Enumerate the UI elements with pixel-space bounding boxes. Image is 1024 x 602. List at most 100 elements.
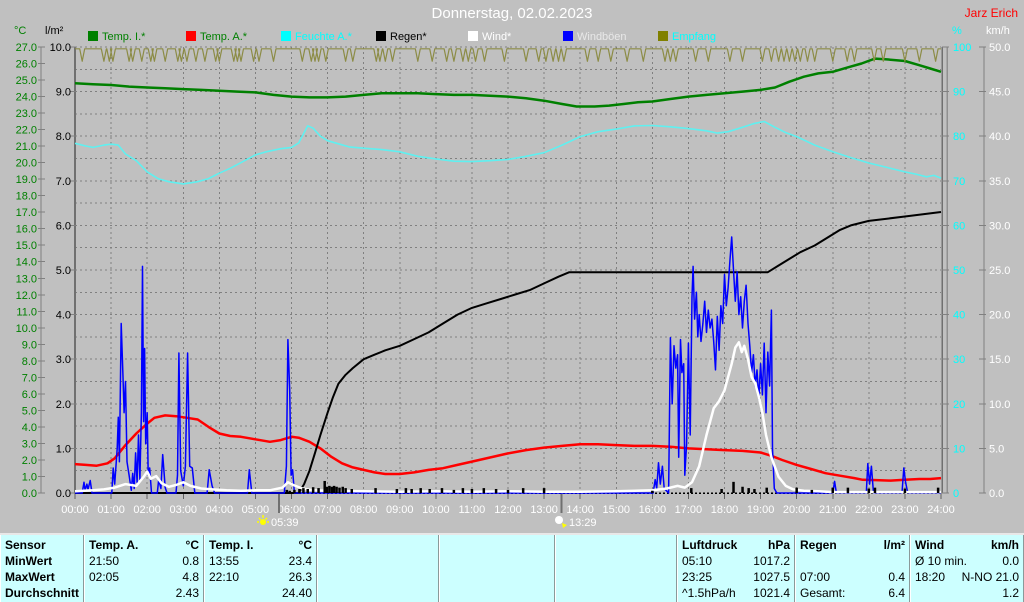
- svg-text:20.0: 20.0: [989, 310, 1010, 322]
- svg-text:0.0: 0.0: [56, 488, 71, 500]
- cell-right: 4.8: [182, 570, 199, 584]
- table-row: 24.40: [209, 585, 312, 601]
- stat-column-empty-2: [317, 535, 439, 602]
- cell-left: ^1.5hPa/h: [682, 586, 736, 600]
- svg-text:23:00: 23:00: [891, 504, 919, 516]
- cell-right: 23.4: [288, 554, 312, 568]
- cell-right: N-NO 21.0: [961, 570, 1019, 584]
- table-row: Durchschnitt: [5, 585, 79, 601]
- svg-text:2.0: 2.0: [56, 399, 71, 411]
- svg-text:24.0: 24.0: [16, 92, 37, 104]
- svg-text:40.0: 40.0: [989, 131, 1010, 143]
- svg-text:17:00: 17:00: [675, 504, 703, 516]
- svg-text:6.0: 6.0: [22, 389, 37, 401]
- table-row: 23:25 1027.5: [682, 569, 790, 585]
- stat-column-empty-4: [555, 535, 677, 602]
- cell-left: 07:00: [800, 570, 831, 584]
- svg-text:1.0: 1.0: [22, 471, 37, 483]
- svg-text:5.0: 5.0: [22, 405, 37, 417]
- svg-text:00:00: 00:00: [61, 504, 89, 516]
- svg-text:23.0: 23.0: [16, 108, 37, 120]
- cell-left: 02:05: [89, 570, 120, 584]
- table-row: [800, 553, 905, 569]
- cell-right: 6.4: [888, 586, 905, 600]
- svg-text:4.0: 4.0: [56, 310, 71, 322]
- x-axis: 00:00 01:00 02:00 03:00 04:00 05:00 06:00 07:00…: [61, 493, 955, 516]
- svg-text:0.0: 0.0: [989, 488, 1004, 500]
- svg-text:9.0: 9.0: [56, 87, 71, 99]
- cell-right: 0.4: [888, 570, 905, 584]
- svg-text:0: 0: [953, 488, 959, 500]
- cell-left: Regen: [800, 538, 837, 552]
- svg-text:90: 90: [953, 87, 965, 99]
- svg-text:30: 30: [953, 354, 965, 366]
- table-row: 02:05 4.8: [89, 569, 199, 585]
- table-row: Regen l/m²: [800, 537, 905, 553]
- stat-column-temp-a-: Temp. A. °C 21:50 0.8 02:05 4.8 2.43: [84, 535, 204, 602]
- table-row: Sensor: [5, 537, 79, 553]
- svg-text:15.0: 15.0: [989, 354, 1010, 366]
- svg-text:1.0: 1.0: [56, 443, 71, 455]
- table-row: [444, 585, 550, 601]
- cell-left: Luftdruck: [682, 538, 738, 552]
- cell-left: Gesamt:: [800, 586, 846, 600]
- cell-left: 18:20: [915, 570, 946, 584]
- cell-right: 1017.2: [753, 554, 790, 568]
- svg-text:20: 20: [953, 399, 965, 411]
- stat-column-empty-3: [439, 535, 555, 602]
- svg-text:8.0: 8.0: [56, 131, 71, 143]
- svg-text:60: 60: [953, 220, 965, 232]
- svg-text:09:00: 09:00: [386, 504, 414, 516]
- svg-text:13.0: 13.0: [16, 273, 37, 285]
- cell-left: Sensor: [5, 538, 46, 552]
- table-row: 18:20 N-NO 21.0: [915, 569, 1019, 585]
- svg-text:24:00: 24:00: [927, 504, 955, 516]
- cell-left: 13:55: [209, 554, 240, 568]
- svg-text:10.0: 10.0: [989, 399, 1010, 411]
- svg-text:21.0: 21.0: [16, 141, 37, 153]
- svg-text:100: 100: [953, 42, 971, 54]
- svg-text:2.0: 2.0: [22, 455, 37, 467]
- cell-right: °C: [185, 538, 199, 552]
- svg-text:16:00: 16:00: [639, 504, 667, 516]
- cell-left: 05:10: [682, 554, 713, 568]
- svg-text:80: 80: [953, 131, 965, 143]
- svg-text:30.0: 30.0: [989, 220, 1010, 232]
- cell-right: 1027.5: [753, 570, 790, 584]
- cell-left: MaxWert: [5, 570, 55, 584]
- svg-text:20.0: 20.0: [16, 158, 37, 170]
- svg-text:70: 70: [953, 176, 965, 188]
- sunrise-icon: [257, 515, 269, 525]
- cell-left: 22:10: [209, 570, 240, 584]
- cell-right: 0.8: [182, 554, 199, 568]
- svg-text:21:00: 21:00: [819, 504, 847, 516]
- svg-text:12.0: 12.0: [16, 290, 37, 302]
- table-row: [322, 585, 434, 601]
- cell-left: MinWert: [5, 554, 53, 568]
- stat-column-wind: Wind km/h Ø 10 min. 0.0 18:20 N-NO 21.0 1.2: [910, 535, 1024, 602]
- svg-text:25.0: 25.0: [16, 75, 37, 87]
- svg-text:01:00: 01:00: [97, 504, 125, 516]
- svg-text:10.0: 10.0: [16, 323, 37, 335]
- table-row: [444, 537, 550, 553]
- svg-text:10: 10: [953, 443, 965, 455]
- table-row: Temp. I. °C: [209, 537, 312, 553]
- svg-text:16.0: 16.0: [16, 224, 37, 236]
- table-row: [322, 553, 434, 569]
- svg-text:10:00: 10:00: [422, 504, 450, 516]
- table-row: Temp. A. °C: [89, 537, 199, 553]
- svg-text:22.0: 22.0: [16, 125, 37, 137]
- svg-text:18:00: 18:00: [711, 504, 739, 516]
- svg-text:35.0: 35.0: [989, 176, 1010, 188]
- svg-text:9.0: 9.0: [22, 339, 37, 351]
- svg-text:15.0: 15.0: [16, 240, 37, 252]
- svg-text:15:00: 15:00: [602, 504, 630, 516]
- svg-text:14.0: 14.0: [16, 257, 37, 269]
- axis-spines: [40, 47, 985, 493]
- cell-left: Temp. I.: [209, 538, 254, 552]
- cell-left: Ø 10 min.: [915, 554, 968, 568]
- svg-text:0.0: 0.0: [22, 488, 37, 500]
- svg-text:26.0: 26.0: [16, 59, 37, 71]
- table-row: 2.43: [89, 585, 199, 601]
- table-row: [560, 569, 672, 585]
